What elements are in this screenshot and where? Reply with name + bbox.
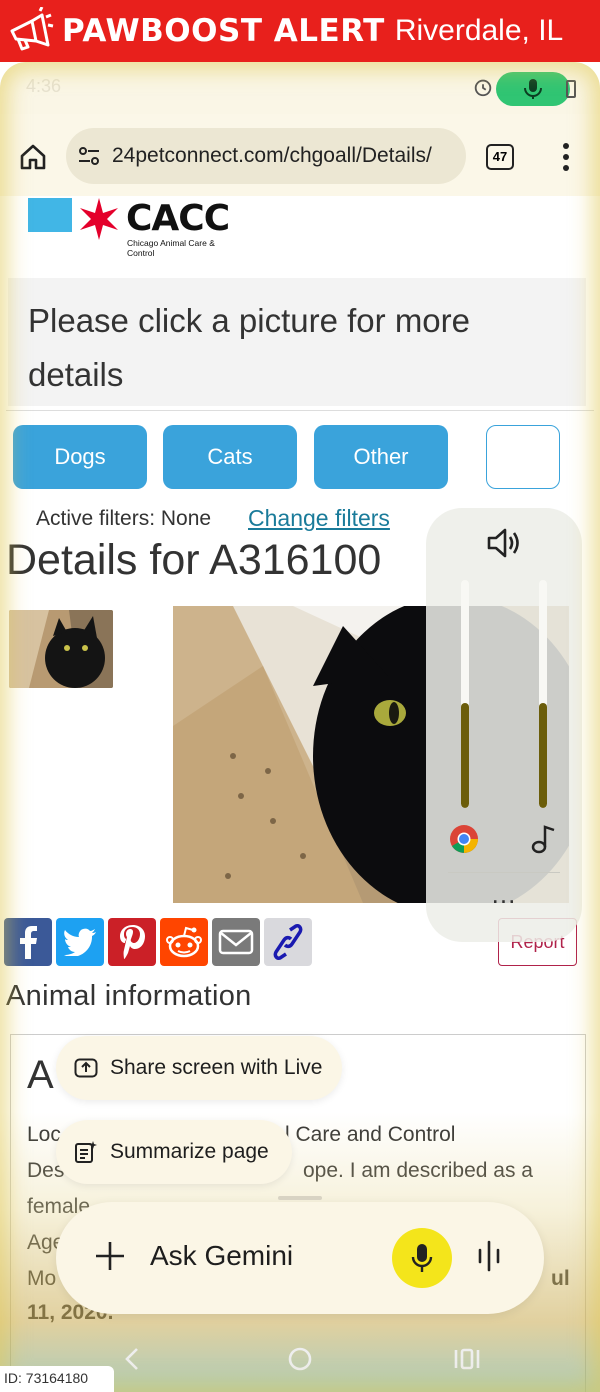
alert-location: Riverdale, IL <box>394 14 564 47</box>
email-icon[interactable] <box>212 918 260 966</box>
share-screen-label: Share screen with Live <box>110 1056 323 1079</box>
id-tag: ID: 73164180 <box>0 1366 114 1392</box>
twitter-icon[interactable] <box>56 918 104 966</box>
summarize-icon <box>75 1141 97 1163</box>
red-star-icon <box>80 198 118 240</box>
recents-icon[interactable] <box>452 1344 482 1374</box>
mic-in-use-indicator[interactable] <box>496 72 570 106</box>
system-volume-fill <box>539 703 547 808</box>
chrome-icon <box>450 825 478 853</box>
back-icon[interactable] <box>118 1344 148 1374</box>
info-location-label: Loc <box>27 1123 61 1146</box>
more-options-icon[interactable] <box>555 140 577 174</box>
share-buttons <box>4 918 312 966</box>
summarize-label: Summarize page <box>110 1140 269 1163</box>
animal-thumbnail[interactable] <box>9 610 113 688</box>
browser-toolbar: 24petconnect.com/chgoall/Details/ 47 <box>0 114 600 196</box>
summarize-page-chip[interactable]: Summarize page <box>56 1120 292 1184</box>
home-icon[interactable] <box>18 142 48 172</box>
plus-icon[interactable] <box>94 1240 126 1272</box>
pinterest-icon[interactable] <box>108 918 156 966</box>
info-date-tail: ul <box>551 1267 570 1290</box>
reddit-icon[interactable] <box>160 918 208 966</box>
status-bar: 4:36 <box>0 62 600 114</box>
system-volume-slider[interactable] <box>539 580 547 808</box>
filter-cats-button[interactable]: Cats <box>163 425 297 489</box>
url-text: 24petconnect.com/chgoall/Details/ <box>112 144 432 167</box>
volume-divider <box>448 872 560 873</box>
speaker-icon[interactable] <box>486 526 522 560</box>
drag-handle[interactable] <box>278 1196 322 1200</box>
live-waveform-icon[interactable] <box>474 1240 504 1272</box>
volume-more-button[interactable]: ... <box>486 881 522 914</box>
logo-blue-square <box>28 198 72 232</box>
filter-extra-button[interactable] <box>486 425 560 489</box>
info-more-label: Mo <box>27 1267 57 1290</box>
mic-icon <box>411 1244 433 1272</box>
gemini-mic-button[interactable] <box>392 1228 452 1288</box>
media-volume-slider[interactable] <box>461 580 469 808</box>
url-bar[interactable]: 24petconnect.com/chgoall/Details/ <box>66 128 466 184</box>
share-screen-live-chip[interactable]: Share screen with Live <box>56 1036 342 1100</box>
filter-dogs-button[interactable]: Dogs <box>13 425 147 489</box>
info-location-value: l Care and Control <box>285 1123 456 1146</box>
phone-screen: 4:36 24petconnect.com/chgoall/Details/ 4… <box>0 62 600 1392</box>
info-desc-value: ope. I am described as a <box>303 1159 533 1182</box>
volume-panel: ... <box>426 508 582 942</box>
link-icon[interactable] <box>264 918 312 966</box>
logo-subtitle: Chicago Animal Care & Control <box>127 238 215 258</box>
details-title: Details for A316100 <box>6 536 382 584</box>
music-note-icon <box>531 825 555 854</box>
animal-info-title: Animal information <box>6 980 252 1012</box>
alarm-icon <box>474 79 492 97</box>
status-time: 4:36 <box>26 76 62 96</box>
animal-name: A <box>27 1053 54 1097</box>
ask-gemini-input[interactable]: Ask Gemini <box>150 1240 293 1272</box>
facebook-icon[interactable] <box>4 918 52 966</box>
cacc-logo[interactable]: CACC Chicago Animal Care & Control <box>28 198 230 262</box>
gemini-input-bar: Ask Gemini <box>56 1196 544 1314</box>
logo-brand: CACC <box>126 198 230 239</box>
site-settings-icon[interactable] <box>76 143 102 169</box>
megaphone-icon <box>10 7 54 51</box>
mic-icon <box>524 79 542 99</box>
tab-switcher-button[interactable]: 47 <box>486 144 514 170</box>
click-picture-note: Please click a picture for more details <box>8 278 586 406</box>
alert-title: PAWBOOST ALERT <box>62 13 385 49</box>
pawboost-alert-banner: PAWBOOST ALERT Riverdale, IL <box>0 0 600 62</box>
active-filters-label: Active filters: None <box>36 507 212 530</box>
battery-icon <box>566 80 576 98</box>
media-volume-fill <box>461 703 469 808</box>
home-nav-icon[interactable] <box>285 1344 315 1374</box>
change-filters-link[interactable]: Change filters <box>248 505 390 532</box>
filter-other-button[interactable]: Other <box>314 425 448 489</box>
share-screen-icon <box>74 1058 98 1078</box>
